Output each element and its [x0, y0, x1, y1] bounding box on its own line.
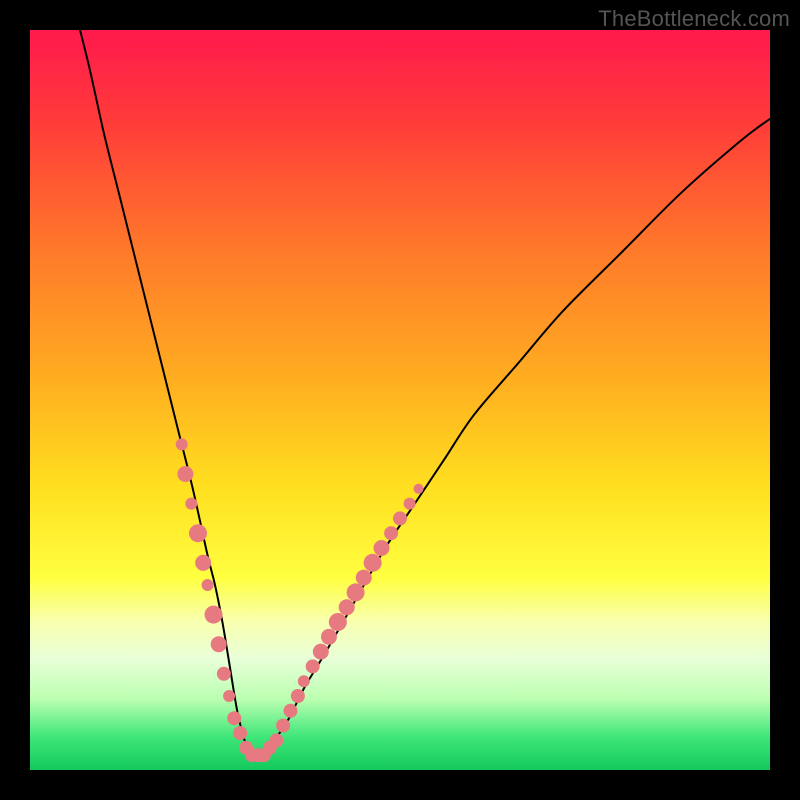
- marker-dot: [384, 526, 398, 540]
- plot-area: [30, 30, 770, 770]
- marker-dot: [321, 629, 337, 645]
- marker-dot: [195, 555, 211, 571]
- marker-dot: [205, 606, 223, 624]
- marker-dot: [414, 484, 424, 494]
- marker-dot: [202, 579, 214, 591]
- marker-dot: [329, 613, 347, 631]
- marker-dot: [404, 498, 416, 510]
- marker-dot: [269, 733, 283, 747]
- marker-dot: [356, 570, 372, 586]
- marker-dot: [189, 524, 207, 542]
- marker-dot: [233, 726, 247, 740]
- marker-dot: [313, 644, 329, 660]
- marker-dot: [306, 659, 320, 673]
- marker-dot: [176, 438, 188, 450]
- marker-dot: [393, 511, 407, 525]
- marker-dot: [185, 498, 197, 510]
- marker-dot: [374, 540, 390, 556]
- marker-dot: [276, 719, 290, 733]
- marker-dot: [298, 675, 310, 687]
- marker-dot: [217, 667, 231, 681]
- watermark-text: TheBottleneck.com: [598, 6, 790, 32]
- marker-dot: [364, 554, 382, 572]
- marker-dot: [291, 689, 305, 703]
- marker-dot: [177, 466, 193, 482]
- frame: TheBottleneck.com: [0, 0, 800, 800]
- marker-dot: [223, 690, 235, 702]
- marker-dot: [283, 704, 297, 718]
- marker-dot: [339, 599, 355, 615]
- marker-dot: [227, 711, 241, 725]
- marker-dot: [211, 636, 227, 652]
- highlight-markers: [30, 30, 770, 770]
- marker-dot: [347, 583, 365, 601]
